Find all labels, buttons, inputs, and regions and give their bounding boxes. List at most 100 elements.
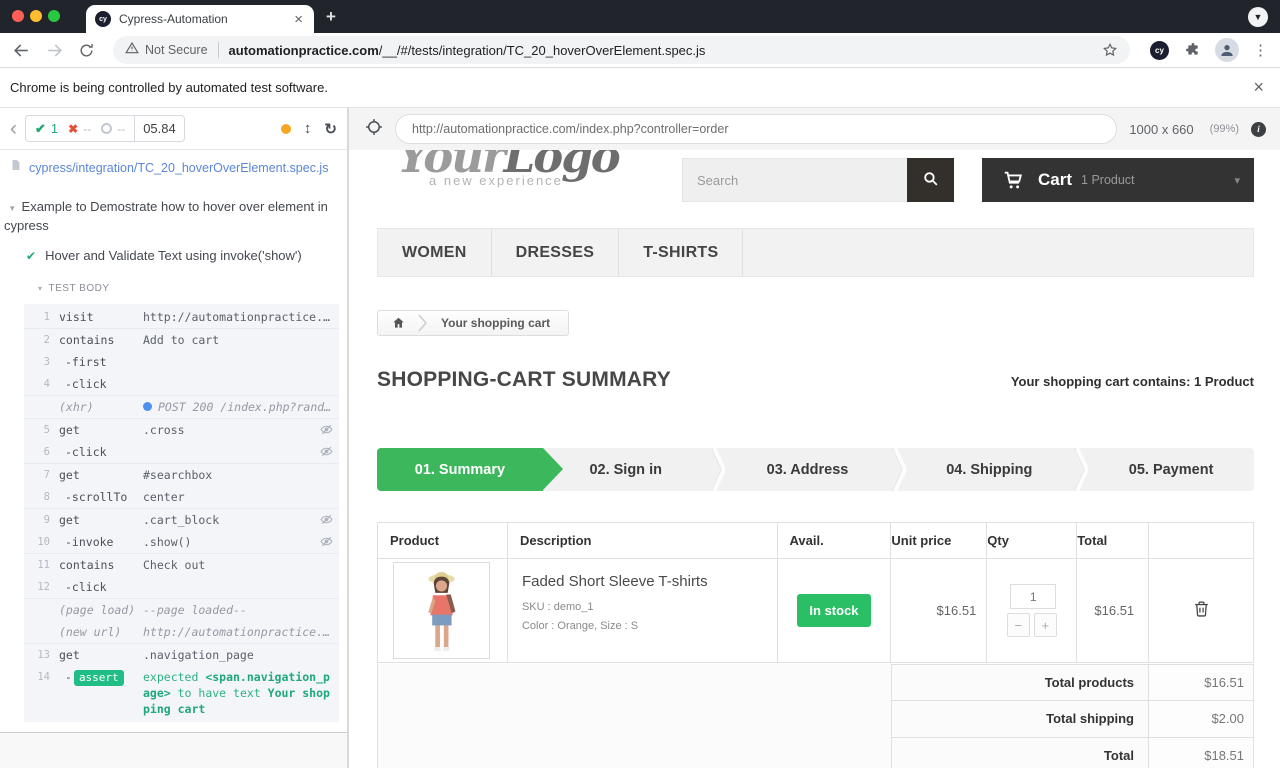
command-number: 12 <box>24 579 50 595</box>
total-products-label: Total products <box>892 665 1148 700</box>
command-message: #searchbox <box>143 467 333 483</box>
col-product: Product <box>378 523 508 559</box>
element-hidden-icon <box>313 422 333 436</box>
extensions-puzzle-icon[interactable] <box>1185 42 1201 58</box>
test-body-section[interactable]: ▾TEST BODY <box>38 283 347 294</box>
command-row-click[interactable]: 12 -click <box>24 576 339 598</box>
quantity-cell: − + <box>987 559 1077 663</box>
spec-file-link[interactable]: cypress/integration/TC_20_hoverOverEleme… <box>29 161 328 175</box>
step-chevron-icon <box>709 448 725 491</box>
command-number: 14 <box>24 669 50 685</box>
xhr-message: POST 200 /index.php?rand… <box>158 400 331 414</box>
test-title-row[interactable]: ✔Hover and Validate Text using invoke('s… <box>0 236 347 263</box>
nav-tab-tshirts[interactable]: T-SHIRTS <box>619 229 743 276</box>
col-description: Description <box>507 523 777 559</box>
aut-pane: http://automationpractice.com/index.php?… <box>349 108 1280 768</box>
automation-banner-text: Chrome is being controlled by automated … <box>10 80 328 95</box>
command-name: get <box>50 467 143 483</box>
browser-tab[interactable]: cy Cypress-Automation × <box>86 5 314 33</box>
assert-dash: - <box>65 670 72 684</box>
section-collapse-icon[interactable]: ▾ <box>38 284 43 293</box>
minimize-window-button[interactable] <box>30 10 42 22</box>
aut-url-bar[interactable]: http://automationpractice.com/index.php?… <box>395 114 1117 144</box>
command-row-contains[interactable]: 2 contains Add to cart <box>24 328 339 351</box>
command-name: (new url) <box>50 624 143 640</box>
main-area: ‹ ✔ 1 ✖ -- -- 05.84 ↕ ↻ <box>0 108 1280 768</box>
new-tab-button[interactable]: + <box>326 7 336 27</box>
command-row-pageload[interactable]: (page load) --page loaded-- <box>24 598 339 621</box>
command-name: -scrollTo <box>50 489 143 505</box>
command-name: (xhr) <box>50 399 143 415</box>
nav-tab-dresses[interactable]: DRESSES <box>492 229 620 276</box>
back-icon[interactable] <box>12 41 31 60</box>
cart-table: Product Description Avail. Unit price Qt… <box>377 522 1254 663</box>
cart-chevron-down-icon: ▾ <box>1234 174 1240 187</box>
cart-label: Cart <box>1038 170 1072 190</box>
maximize-window-button[interactable] <box>48 10 60 22</box>
grand-total-row: Total $18.51 <box>891 738 1254 768</box>
back-to-tests-icon[interactable]: ‹ <box>10 118 17 139</box>
command-row-click[interactable]: 6 -click <box>24 441 339 463</box>
browser-toolbar: Not Secure automationpractice.com /__/#/… <box>0 33 1280 68</box>
selector-playground-icon[interactable] <box>365 118 383 141</box>
command-row-click[interactable]: 4 -click <box>24 373 339 395</box>
auto-scroll-icon[interactable]: ↕ <box>304 120 312 137</box>
tab-close-icon[interactable]: × <box>292 12 305 27</box>
command-name: -invoke <box>50 534 143 550</box>
command-row-get-navigation[interactable]: 13 get .navigation_page <box>24 643 339 666</box>
command-row-visit[interactable]: 1 visit http://automationpractice.… <box>24 306 339 328</box>
step-address[interactable]: 03. Address <box>725 448 891 491</box>
step-signin[interactable]: 02. Sign in <box>543 448 709 491</box>
command-name: visit <box>50 309 143 325</box>
command-row-newurl[interactable]: (new url) http://automationpractice.… <box>24 621 339 643</box>
home-icon[interactable] <box>378 316 418 330</box>
suite-title-row[interactable]: ▾Example to Demostrate how to hover over… <box>0 185 347 236</box>
search-button[interactable] <box>907 158 954 202</box>
test-duration: 05.84 <box>135 115 185 142</box>
reporter-header: ‹ ✔ 1 ✖ -- -- 05.84 ↕ ↻ <box>0 108 347 150</box>
cypress-extension-icon[interactable]: cy <box>1150 41 1169 60</box>
command-row-get-searchbox[interactable]: 7 get #searchbox <box>24 463 339 486</box>
viewport-info-icon[interactable]: i <box>1251 122 1266 137</box>
command-row-contains-checkout[interactable]: 11 contains Check out <box>24 553 339 576</box>
quantity-decrease-button[interactable]: − <box>1007 613 1030 637</box>
search-input[interactable] <box>682 158 907 202</box>
command-row-scrollto[interactable]: 8 -scrollTo center <box>24 486 339 508</box>
cart-block[interactable]: Cart 1 Product ▾ <box>982 158 1254 202</box>
command-row-xhr[interactable]: (xhr) POST 200 /index.php?rand… <box>24 395 339 418</box>
shop-logo[interactable]: YourLogo a new experience <box>397 150 619 188</box>
rerun-tests-icon[interactable]: ↻ <box>324 120 337 138</box>
command-row-assert[interactable]: 14 -assert expected <span.navigation_pag… <box>24 666 339 720</box>
reload-icon[interactable] <box>78 42 95 59</box>
bookmark-star-icon[interactable] <box>1102 42 1118 58</box>
quantity-increase-button[interactable]: + <box>1034 613 1057 637</box>
banner-close-icon[interactable]: × <box>1253 77 1264 98</box>
spec-file-row[interactable]: cypress/integration/TC_20_hoverOverEleme… <box>0 150 347 185</box>
profile-avatar[interactable] <box>1215 38 1239 62</box>
command-row-get-cartblock[interactable]: 9 get .cart_block <box>24 508 339 531</box>
file-icon <box>10 158 22 177</box>
product-sku: SKU : demo_1 <box>522 601 777 613</box>
command-row-first[interactable]: 3 -first <box>24 351 339 373</box>
command-row-invoke[interactable]: 10 -invoke .show() <box>24 531 339 553</box>
nav-tab-women[interactable]: WOMEN <box>378 229 492 276</box>
browser-menu-icon[interactable]: ⋮ <box>1253 41 1268 59</box>
forward-icon[interactable] <box>45 41 64 60</box>
availability-cell: In stock <box>777 559 891 663</box>
product-name[interactable]: Faded Short Sleeve T-shirts <box>522 573 777 590</box>
quantity-input[interactable] <box>1010 584 1056 609</box>
command-message: http://automationpractice.… <box>143 309 333 325</box>
url-domain: automationpractice.com <box>229 43 379 58</box>
reporter-tools: ↕ ↻ <box>281 120 337 138</box>
command-message: Add to cart <box>143 332 333 348</box>
close-window-button[interactable] <box>12 10 24 22</box>
url-bar[interactable]: Not Secure automationpractice.com /__/#/… <box>113 36 1130 64</box>
step-payment[interactable]: 05. Payment <box>1088 448 1254 491</box>
profile-chevron-icon[interactable]: ▼ <box>1248 7 1268 27</box>
trash-icon[interactable] <box>1192 606 1211 623</box>
failed-cross-icon: ✖ <box>68 122 78 136</box>
step-shipping[interactable]: 04. Shipping <box>906 448 1072 491</box>
product-image[interactable] <box>393 562 490 659</box>
collapse-arrow-icon[interactable]: ▾ <box>10 203 15 213</box>
command-row-get-cross[interactable]: 5 get .cross <box>24 418 339 441</box>
